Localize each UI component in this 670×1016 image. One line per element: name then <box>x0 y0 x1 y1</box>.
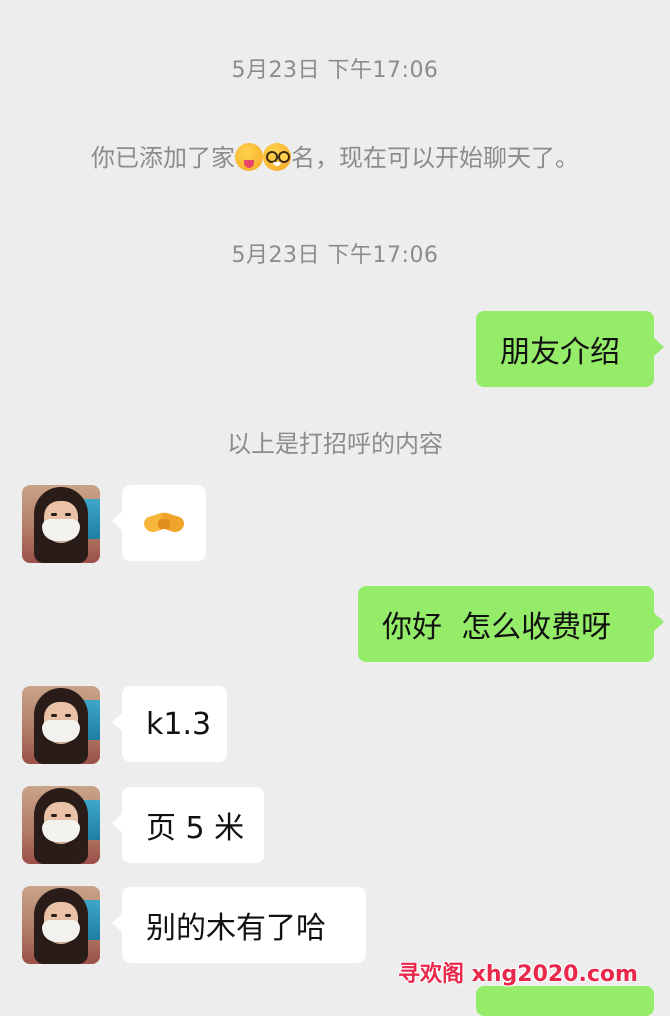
contact-avatar[interactable] <box>22 786 100 864</box>
system-message-suffix: 名，现在可以开始聊天了。 <box>291 144 579 172</box>
timestamp: 5月23日 下午17:06 <box>231 58 439 83</box>
received-message-bubble[interactable]: 别的木有了哈 <box>112 887 366 963</box>
sent-message-bubble[interactable]: 朋友介绍 <box>476 311 664 387</box>
contact-avatar[interactable] <box>22 485 100 563</box>
timestamp: 5月23日 下午17:06 <box>231 243 439 268</box>
watermark: 寻欢阁 xhg2020.com <box>398 962 638 987</box>
received-message-bubble[interactable] <box>112 485 206 561</box>
sent-message-bubble-partial[interactable] <box>476 986 654 1016</box>
nerd-face-emoji-icon <box>263 143 291 171</box>
message-text: 页 5 米 <box>146 811 245 846</box>
contact-avatar[interactable] <box>22 686 100 764</box>
chat-window[interactable]: 5月23日 下午17:06 你已添加了家 名，现在可以开始聊天了。 5月23日 下… <box>0 0 670 1016</box>
greeting-note: 以上是打招呼的内容 <box>227 430 443 458</box>
message-text: 朋友介绍 <box>500 335 620 370</box>
message-text: 你好 怎么收费呀 <box>382 610 612 645</box>
handshake-emoji-icon <box>142 509 186 537</box>
system-message-added: 你已添加了家 名，现在可以开始聊天了。 <box>0 138 670 173</box>
system-message-prefix: 你已添加了家 <box>91 144 235 172</box>
received-message-bubble[interactable]: 页 5 米 <box>112 787 264 863</box>
message-text: 别的木有了哈 <box>146 911 326 946</box>
message-text: k1.3 <box>146 706 212 742</box>
sent-message-bubble[interactable]: 你好 怎么收费呀 <box>358 586 664 662</box>
received-message-bubble[interactable]: k1.3 <box>112 686 227 762</box>
zany-face-emoji-icon <box>235 143 263 171</box>
contact-avatar[interactable] <box>22 886 100 964</box>
